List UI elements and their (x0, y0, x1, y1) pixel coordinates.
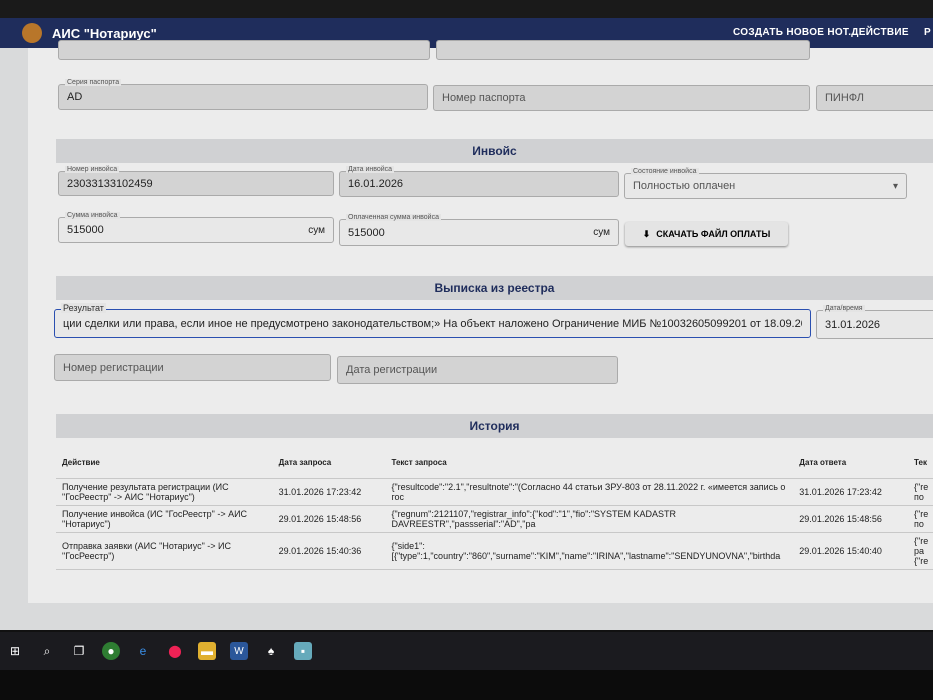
table-row[interactable]: Отправка заявки (АИС "Нотариус" -> ИС "Г… (56, 532, 933, 570)
windows-start-icon[interactable]: ⊞ (6, 642, 24, 660)
invoice-sum-field[interactable]: Сумма инвойса 515000 сум (58, 212, 334, 243)
solitaire-icon[interactable]: ♠ (262, 642, 280, 660)
registry-section-title: Выписка из реестра (56, 276, 933, 300)
invoice-date-field[interactable]: Дата инвойса 16.01.2026 (339, 166, 619, 197)
app-icon[interactable]: ▪ (294, 642, 312, 660)
reg-date-field[interactable]: Дата регистрации (337, 356, 618, 384)
passport-number-field[interactable]: Номер паспорта (433, 85, 810, 111)
field-prev-1[interactable] (58, 40, 430, 60)
chevron-down-icon: ▾ (892, 180, 898, 192)
reg-number-field[interactable]: Номер регистрации (54, 354, 331, 381)
invoice-status-select[interactable]: Состояние инвойса Полностью оплачен ▾ (624, 168, 907, 199)
invoice-section-title: Инвойс (56, 139, 933, 163)
search-icon[interactable]: ⌕ (38, 642, 56, 660)
download-icon: ⬇ (642, 228, 651, 239)
history-table: Действие Дата запроса Текст запроса Дата… (56, 448, 933, 570)
download-payment-button[interactable]: ⬇ СКАЧАТЬ ФАЙЛ ОПЛАТЫ (625, 222, 788, 246)
taskbar: ⊞ ⌕ ❐ ● e ⬤ ▬ W ♠ ▪ (0, 632, 933, 670)
invoice-paid-field[interactable]: Оплаченная сумма инвойса 515000 сум (339, 214, 619, 246)
task-view-icon[interactable]: ❐ (70, 642, 88, 660)
file-explorer-icon[interactable]: ▬ (198, 642, 216, 660)
laptop-bezel (0, 670, 933, 700)
pinfl-field[interactable]: ПИНФЛ (816, 85, 933, 111)
nav-more[interactable]: Р (924, 27, 931, 38)
logo-emblem-icon (22, 23, 42, 43)
history-section-title: История (56, 414, 933, 438)
app-title[interactable]: АИС "Нотариус" (52, 26, 157, 41)
word-icon[interactable]: W (230, 642, 248, 660)
table-row[interactable]: Получение результата регистрации (ИС "Го… (56, 478, 933, 506)
chrome-icon[interactable]: ● (102, 642, 120, 660)
passport-series-field[interactable]: Серия паспорта AD (58, 79, 428, 110)
browser-bar (0, 0, 933, 18)
field-prev-2[interactable] (436, 40, 810, 60)
table-header-row: Действие Дата запроса Текст запроса Дата… (56, 448, 933, 479)
maps-icon[interactable]: ⬤ (166, 642, 184, 660)
nav-create-action[interactable]: СОЗДАТЬ НОВОЕ НОТ.ДЕЙСТВИЕ (733, 27, 909, 38)
result-field[interactable]: Результат ции сделки или права, если иное… (54, 303, 811, 338)
datetime-field[interactable]: Дата/время 31.01.2026 (816, 305, 933, 339)
invoice-number-field[interactable]: Номер инвойса 23033133102459 (58, 166, 334, 196)
edge-icon[interactable]: e (134, 642, 152, 660)
table-row[interactable]: Получение инвойса (ИС "ГосРеестр" -> АИС… (56, 505, 933, 533)
